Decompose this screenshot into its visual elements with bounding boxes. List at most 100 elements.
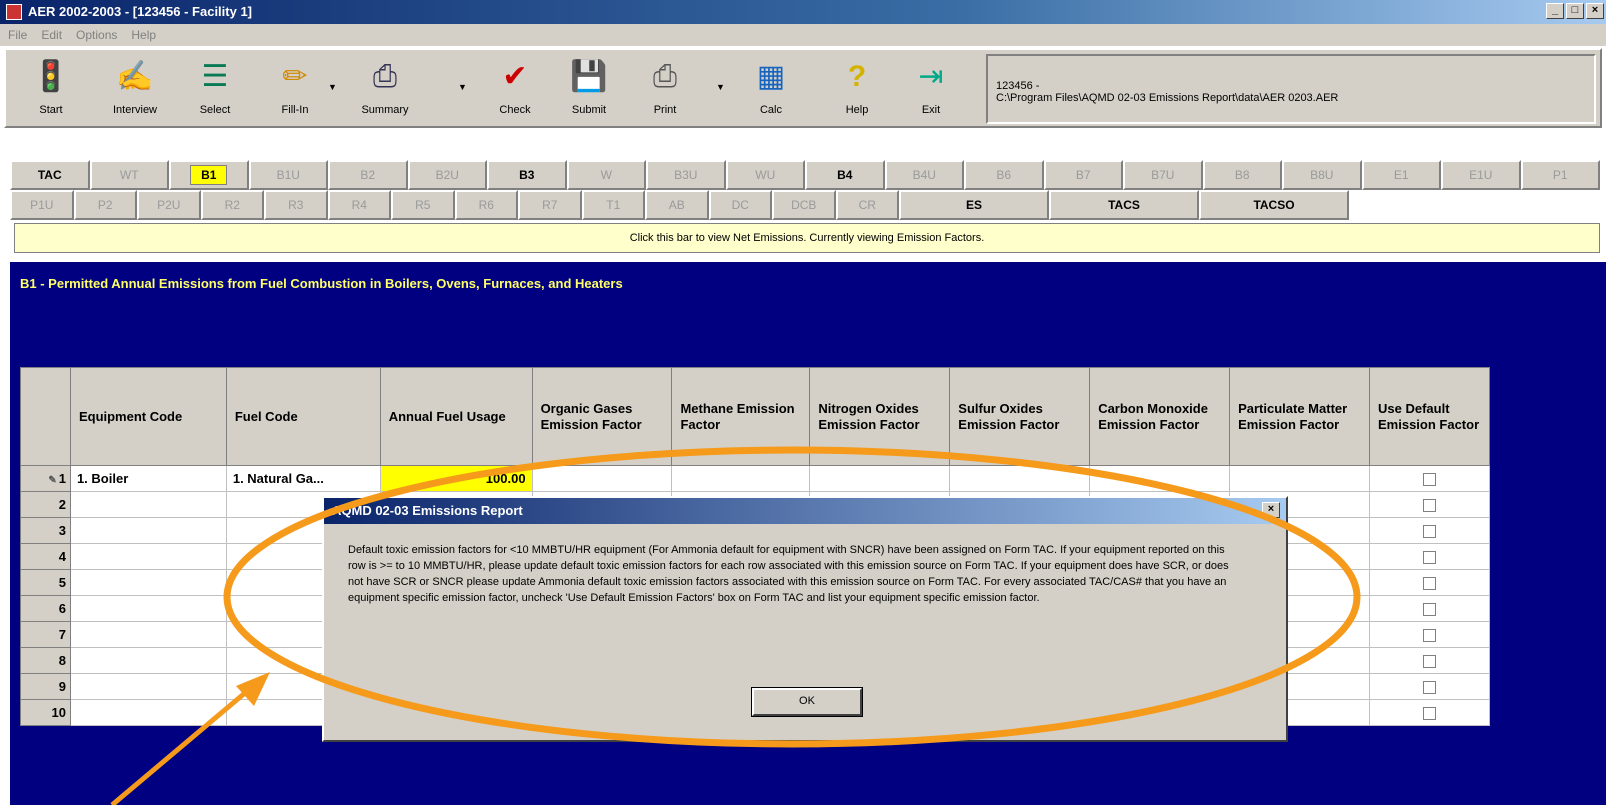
tab-e1u[interactable]: E1U [1441,160,1521,190]
tab-es[interactable]: ES [899,190,1049,220]
tab-b4u[interactable]: B4U [884,160,964,190]
equipment-code-cell[interactable]: 1. Boiler [69,465,227,492]
equipment-code-cell[interactable] [69,673,227,700]
tab-p1u[interactable]: P1U [10,190,74,220]
table-row[interactable]: ✎ 1 1. Boiler 1. Natural Ga... 100.00 [20,465,1490,492]
equipment-code-cell[interactable] [69,647,227,674]
row-number[interactable]: 8 [20,647,71,674]
summary-dropdown-arrow[interactable]: ▼ [458,82,467,92]
tab-e1[interactable]: E1 [1361,160,1441,190]
annual-fuel-usage-cell[interactable]: 100.00 [379,465,533,492]
tab-wt[interactable]: WT [89,160,169,190]
check-button[interactable]: ✔ Check [482,56,548,120]
tab-b8[interactable]: B8 [1202,160,1282,190]
tab-r2[interactable]: R2 [200,190,264,220]
tab-b6[interactable]: B6 [964,160,1044,190]
tab-w[interactable]: W [566,160,646,190]
tab-r5[interactable]: R5 [391,190,455,220]
menu-edit[interactable]: Edit [41,28,62,42]
ok-button[interactable]: OK [751,687,863,717]
tab-b7[interactable]: B7 [1043,160,1123,190]
print-button[interactable]: ⎙ Print [632,56,698,120]
row-number[interactable]: ✎ 1 [20,465,71,492]
equipment-code-cell[interactable] [69,595,227,622]
interview-button[interactable]: ✍ Interview [102,56,168,120]
tab-b3[interactable]: B3 [487,160,567,190]
use-default-checkbox[interactable] [1423,577,1436,591]
tab-b8u[interactable]: B8U [1282,160,1362,190]
tab-p2u[interactable]: P2U [137,190,201,220]
tab-cr[interactable]: CR [835,190,899,220]
menu-file[interactable]: File [8,28,27,42]
sulfur-oxides-cell[interactable] [949,465,1091,492]
row-number[interactable]: 9 [20,673,71,700]
tab-b2u[interactable]: B2U [407,160,487,190]
dialog-close-button[interactable]: × [1262,502,1280,518]
start-button[interactable]: 🚦 Start [18,56,84,120]
particulate-matter-cell[interactable] [1229,465,1370,492]
print-dropdown-arrow[interactable]: ▼ [716,82,725,92]
tab-r7[interactable]: R7 [518,190,582,220]
help-button[interactable]: ? Help [824,56,890,120]
tab-t1[interactable]: T1 [581,190,645,220]
use-default-checkbox[interactable] [1423,525,1436,539]
tab-dcb[interactable]: DCB [772,190,836,220]
use-default-checkbox[interactable] [1423,473,1436,487]
use-default-checkbox[interactable] [1423,603,1436,617]
tab-b7u[interactable]: B7U [1123,160,1203,190]
tab-b1[interactable]: B1 [169,160,249,190]
carbon-monoxide-cell[interactable] [1089,465,1231,492]
equipment-code-cell[interactable] [69,543,227,570]
tab-tacs[interactable]: TACS [1049,190,1199,220]
calc-button[interactable]: ▦ Calc [738,56,804,120]
use-default-checkbox[interactable] [1423,707,1436,721]
tab-tac[interactable]: TAC [10,160,90,190]
tab-r4[interactable]: R4 [327,190,391,220]
tab-r6[interactable]: R6 [454,190,518,220]
menu-help[interactable]: Help [131,28,156,42]
use-default-checkbox[interactable] [1423,655,1436,669]
tab-wu[interactable]: WU [725,160,805,190]
tab-tacso[interactable]: TACSO [1199,190,1349,220]
use-default-checkbox[interactable] [1423,681,1436,695]
row-number[interactable]: 6 [20,595,71,622]
select-button[interactable]: ☰ Select [182,56,248,120]
close-button[interactable]: × [1586,3,1604,19]
row-number[interactable]: 4 [20,543,71,570]
row-number[interactable]: 10 [20,699,71,726]
tab-b1u[interactable]: B1U [248,160,328,190]
row-number[interactable]: 3 [20,517,71,544]
row-number[interactable]: 5 [20,569,71,596]
equipment-code-cell[interactable] [69,491,227,518]
net-emissions-toggle-bar[interactable]: Click this bar to view Net Emissions. Cu… [14,223,1600,253]
fuel-code-cell[interactable]: 1. Natural Ga... [225,465,381,492]
tab-p1[interactable]: P1 [1520,160,1600,190]
menu-options[interactable]: Options [76,28,117,42]
maximize-button[interactable]: □ [1566,3,1584,19]
tab-b3u[interactable]: B3U [646,160,726,190]
tab-b4[interactable]: B4 [805,160,885,190]
use-default-checkbox[interactable] [1423,551,1436,565]
fill-in-dropdown-arrow[interactable]: ▼ [328,82,337,92]
fill-in-button[interactable]: ✏ Fill-In [262,56,328,120]
use-default-checkbox[interactable] [1423,629,1436,643]
row-number[interactable]: 2 [20,491,71,518]
submit-button[interactable]: 💾 Submit [556,56,622,120]
methane-cell[interactable] [671,465,811,492]
equipment-code-cell[interactable] [69,621,227,648]
tab-b2[interactable]: B2 [328,160,408,190]
organic-gases-cell[interactable] [531,465,673,492]
row-number[interactable]: 7 [20,621,71,648]
use-default-checkbox[interactable] [1423,499,1436,513]
summary-button[interactable]: ⎙ Summary [352,56,418,120]
equipment-code-cell[interactable] [69,699,227,726]
exit-button[interactable]: ⇥ Exit [898,56,964,120]
tab-ab[interactable]: AB [645,190,709,220]
equipment-code-cell[interactable] [69,569,227,596]
nitrogen-oxides-cell[interactable] [809,465,951,492]
equipment-code-cell[interactable] [69,517,227,544]
tab-dc[interactable]: DC [708,190,772,220]
minimize-button[interactable]: _ [1546,3,1564,19]
tab-r3[interactable]: R3 [264,190,328,220]
tab-p2[interactable]: P2 [73,190,137,220]
